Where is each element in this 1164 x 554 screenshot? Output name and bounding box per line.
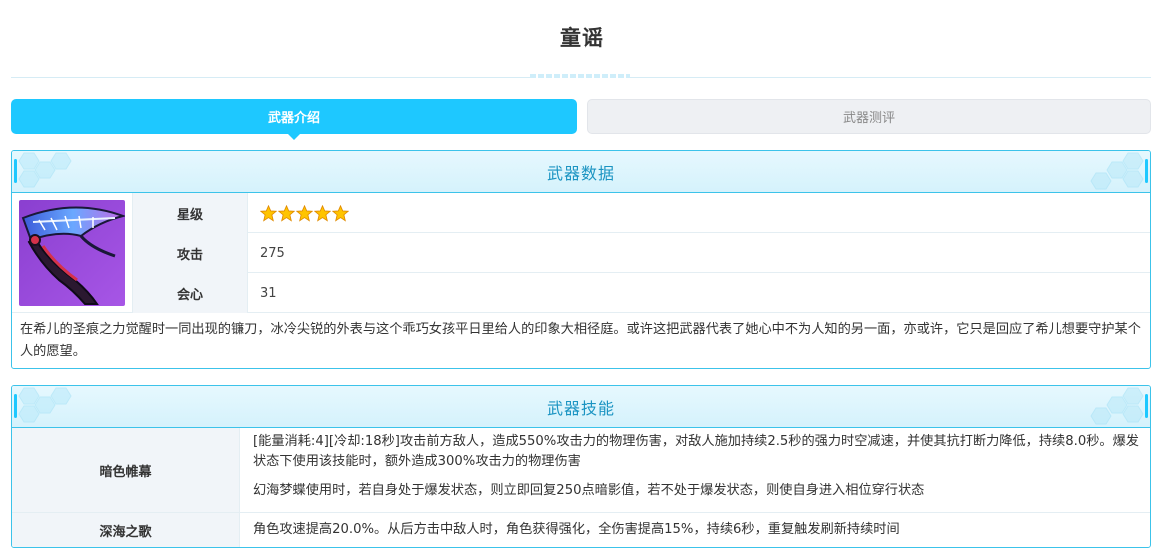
tab-weapon-review[interactable]: 武器测评 — [587, 99, 1151, 134]
hex-pattern-icon — [1090, 152, 1144, 190]
stat-row-attack: 攻击 275 — [132, 233, 1150, 273]
weapon-info-row: 星级 攻击 275 会心 31 — [12, 193, 1150, 313]
stat-value-rarity — [260, 193, 349, 233]
star-icon — [332, 204, 349, 222]
scythe-weapon-icon — [19, 200, 125, 306]
weapon-skills-title: 武器技能 — [546, 398, 615, 418]
active-tab-pointer — [287, 133, 301, 140]
header-edge-left — [14, 159, 17, 183]
skill-row: 深海之歌 角色攻速提高20.0%。从后方击中敌人时，角色获得强化，全伤害提高15… — [12, 513, 1150, 547]
skill-row: 暗色帷幕 [能量消耗:4][冷却:18秒]攻击前方敌人，造成550%攻击力的物理… — [12, 428, 1150, 513]
skill-description: 角色攻速提高20.0%。从后方击中敌人时，角色获得强化，全伤害提高15%，持续6… — [240, 513, 1150, 544]
weapon-skills-panel: 武器技能 暗色帷幕 [能量消耗:4][冷却:18秒]攻击前方敌人，造成550%攻… — [11, 385, 1151, 548]
skill-paragraph: [能量消耗:4][冷却:18秒]攻击前方敌人，造成550%攻击力的物理伤害，对敌… — [253, 434, 1139, 469]
title-divider-accent — [530, 74, 630, 78]
weapon-data-header: 武器数据 — [12, 151, 1150, 193]
tab-weapon-review-label: 武器测评 — [842, 111, 895, 126]
header-edge-left — [14, 394, 17, 418]
skill-paragraph: 幻海梦蝶使用时，若自身处于爆发状态，则立即回复250点暗影值，若不处于爆发状态，… — [253, 483, 925, 498]
stat-value-crit: 31 — [260, 285, 277, 301]
hex-pattern-icon — [1090, 387, 1144, 425]
skill-name: 深海之歌 — [12, 513, 240, 547]
rarity-stars — [260, 204, 349, 222]
stat-label-attack: 攻击 — [132, 233, 248, 273]
weapon-description: 在希儿的圣痕之力觉醒时一同出现的镰刀，冰冷尖锐的外表与这个乖巧女孩平日里给人的印… — [20, 322, 1141, 359]
star-icon — [260, 204, 277, 222]
star-icon — [314, 204, 331, 222]
weapon-data-panel: 武器数据 星级 攻击 275 会心 31 在希儿的圣痕之力觉醒时一同出现的镰刀，… — [11, 150, 1151, 369]
stat-row-rarity: 星级 — [132, 193, 1150, 233]
page-title: 童谣 — [560, 26, 604, 50]
hex-pattern-icon — [18, 387, 72, 423]
hex-pattern-icon — [18, 152, 72, 188]
tab-bar: 武器介绍 武器测评 — [11, 99, 1151, 140]
weapon-stat-table: 星级 攻击 275 会心 31 — [132, 193, 1150, 313]
skill-name: 暗色帷幕 — [12, 428, 240, 512]
skill-description: [能量消耗:4][冷却:18秒]攻击前方敌人，造成550%攻击力的物理伤害，对敌… — [240, 428, 1150, 505]
weapon-data-title: 武器数据 — [546, 163, 615, 183]
stat-label-crit: 会心 — [132, 273, 248, 313]
stat-label-rarity: 星级 — [132, 193, 248, 233]
tab-weapon-intro-label: 武器介绍 — [267, 111, 320, 126]
skill-paragraph: 角色攻速提高20.0%。从后方击中敌人时，角色获得强化，全伤害提高15%，持续6… — [253, 522, 900, 537]
star-icon — [278, 204, 295, 222]
star-icon — [296, 204, 313, 222]
stat-row-crit: 会心 31 — [132, 273, 1150, 313]
weapon-skills-header: 武器技能 — [12, 386, 1150, 428]
stat-value-attack: 275 — [260, 245, 285, 261]
tab-weapon-intro[interactable]: 武器介绍 — [11, 99, 577, 140]
